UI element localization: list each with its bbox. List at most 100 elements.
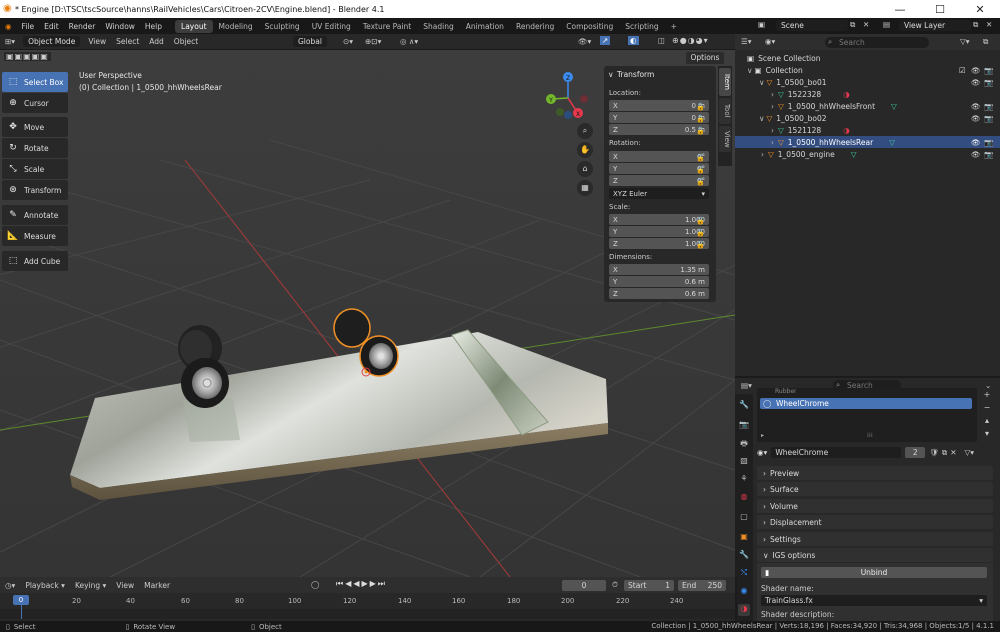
material-users-count[interactable]: 2 bbox=[905, 447, 926, 458]
proportional-edit-icon[interactable]: ◎ ∧▾ bbox=[400, 37, 418, 46]
outliner-search-input[interactable]: Search bbox=[825, 37, 929, 48]
output-props-icon[interactable]: 🖶 bbox=[738, 438, 750, 450]
menu-edit[interactable]: Edit bbox=[39, 22, 64, 31]
expand-icon[interactable]: › bbox=[761, 150, 764, 159]
location-x-field[interactable]: X0 m bbox=[609, 100, 709, 111]
options-button[interactable]: Options bbox=[686, 52, 724, 64]
tab-rendering[interactable]: Rendering bbox=[510, 20, 560, 33]
new-scene-icon[interactable]: ⧉ bbox=[850, 20, 855, 30]
tab-view[interactable]: View bbox=[719, 126, 731, 152]
tool-scale[interactable]: ⤡ Scale bbox=[2, 159, 68, 179]
outliner-row-wheels-front[interactable]: › ▽ 1_0500_hhWheelsFront ▽ 👁 📷 bbox=[735, 100, 1000, 112]
expand-icon[interactable]: › bbox=[771, 126, 774, 135]
shader-name-selector[interactable]: TrainGlass.fx ▾ bbox=[761, 595, 987, 606]
dimensions-y-field[interactable]: Y 0.6 m bbox=[609, 276, 709, 287]
expand-icon[interactable]: › bbox=[771, 102, 774, 111]
new-collection-icon[interactable]: ⧉ bbox=[983, 37, 988, 47]
close-icon[interactable]: ✕ bbox=[960, 0, 1000, 18]
particles-props-icon[interactable]: ⤭ bbox=[738, 568, 750, 580]
editor-type-icon[interactable]: ⊞▾ bbox=[0, 36, 20, 47]
menu-add[interactable]: Add bbox=[144, 36, 169, 47]
panel-surface[interactable]: › Surface bbox=[757, 482, 993, 496]
tab-shading[interactable]: Shading bbox=[417, 20, 459, 33]
rotation-lock-icons[interactable]: 🔓 🔓 🔓 bbox=[696, 152, 705, 188]
menu-timeline-view[interactable]: View bbox=[111, 580, 139, 591]
area-divider[interactable] bbox=[735, 577, 737, 621]
orientation-selector[interactable]: Global bbox=[293, 36, 327, 47]
playhead-line[interactable] bbox=[21, 605, 22, 619]
list-resize-handle[interactable]: ⁞⁞⁞ bbox=[867, 432, 873, 439]
camera-icon[interactable]: 📷 bbox=[984, 114, 993, 123]
tab-modeling[interactable]: Modeling bbox=[213, 20, 259, 33]
tool-annotate[interactable]: ✎ Annotate bbox=[2, 205, 68, 225]
panel-volume[interactable]: › Volume bbox=[757, 499, 993, 513]
select-mode-icons[interactable]: ▣▣▣▣▣ bbox=[4, 52, 51, 61]
menu-view[interactable]: View bbox=[83, 36, 111, 47]
camera-icon[interactable]: 📷 bbox=[984, 150, 993, 159]
record-icon[interactable]: ◯ bbox=[311, 580, 319, 589]
menu-object[interactable]: Object bbox=[169, 36, 203, 47]
scale-y-field[interactable]: Y 1.000 bbox=[609, 226, 709, 237]
start-frame-field[interactable]: Start 1 bbox=[624, 580, 674, 591]
transform-collapse-icon[interactable]: ∨ bbox=[608, 70, 614, 79]
render-props-icon[interactable]: 📷 bbox=[738, 420, 750, 432]
outliner-row-wheels-rear[interactable]: › ▽ 1_0500_hhWheelsRear ▽ 👁 📷 bbox=[735, 136, 1000, 148]
camera-view-icon[interactable]: ⌂ bbox=[577, 161, 593, 177]
material-link-icon[interactable]: ▽▾ bbox=[965, 448, 975, 457]
camera-icon[interactable]: 📷 bbox=[984, 102, 993, 111]
outliner-row-collection[interactable]: ∨ ▣ Collection ☑ 👁 📷 bbox=[735, 64, 1000, 76]
world-props-icon[interactable]: ◍ bbox=[738, 492, 750, 504]
stopwatch-icon[interactable]: ⏱ bbox=[612, 580, 618, 590]
modifier-props-icon[interactable]: 🔧 bbox=[738, 550, 750, 562]
material-slot-selected[interactable]: WheelChrome bbox=[760, 398, 972, 409]
tab-texture-paint[interactable]: Texture Paint bbox=[357, 20, 417, 33]
duplicate-icon[interactable]: ⧉ bbox=[942, 448, 947, 458]
tab-tool[interactable]: Tool bbox=[719, 98, 731, 124]
scale-lock-icons[interactable]: 🔓 🔓 🔓 bbox=[696, 215, 705, 251]
location-y-field[interactable]: Y0 m bbox=[609, 112, 709, 123]
pan-view-icon[interactable]: ✋ bbox=[577, 142, 593, 158]
view-layer-selector[interactable]: View Layer bbox=[899, 20, 971, 31]
panel-settings[interactable]: › Settings bbox=[757, 532, 993, 546]
scene-selector[interactable]: Scene bbox=[776, 20, 848, 31]
playback-controls[interactable]: ⏮◀◀▶▶⏭ bbox=[336, 579, 387, 589]
panel-igs-options[interactable]: ∨ IGS options bbox=[757, 548, 993, 562]
outliner-row-scene-collection[interactable]: ▣ Scene Collection bbox=[735, 52, 1000, 64]
menu-playback[interactable]: Playback ▾ bbox=[20, 580, 70, 591]
maximize-icon[interactable]: ☐ bbox=[920, 0, 960, 18]
tool-cursor[interactable]: ⊕ Cursor bbox=[2, 93, 68, 113]
rotation-x-field[interactable]: X 0° bbox=[609, 151, 709, 162]
new-view-layer-icon[interactable]: ⧉ bbox=[973, 20, 978, 30]
camera-icon[interactable]: 📷 bbox=[984, 138, 993, 147]
tab-layout[interactable]: Layout bbox=[175, 19, 213, 33]
tab-scripting[interactable]: Scripting bbox=[619, 20, 664, 33]
fake-user-icon[interactable]: 🛡 bbox=[929, 448, 939, 457]
overlay-toggle-icon[interactable]: ◐ bbox=[628, 36, 639, 45]
navigation-gizmo[interactable]: Z Y X bbox=[540, 68, 600, 128]
expand-icon[interactable]: ∨ bbox=[747, 66, 753, 75]
eye-icon[interactable]: 👁 bbox=[971, 138, 981, 147]
current-frame-field[interactable]: 0 bbox=[562, 580, 606, 591]
eye-icon[interactable]: 👁 bbox=[971, 66, 981, 75]
tool-rotate[interactable]: ↻ Rotate bbox=[2, 138, 68, 158]
eye-icon[interactable]: 👁 bbox=[971, 78, 981, 87]
outliner-row-bo02[interactable]: ∨ ▽ 1_0500_bo02 👁 📷 bbox=[735, 112, 1000, 124]
properties-editor-icon[interactable]: ▤▾ bbox=[741, 381, 752, 390]
outliner-row-engine[interactable]: › ▽ 1_0500_engine ▽ 👁 📷 bbox=[735, 148, 1000, 160]
display-mode-icon[interactable]: ◉▾ bbox=[765, 37, 775, 46]
unlink-icon[interactable]: ✕ bbox=[950, 448, 956, 457]
delete-scene-icon[interactable]: ✕ bbox=[863, 20, 869, 29]
collection-props-icon[interactable]: ▢ bbox=[738, 512, 750, 524]
delete-view-layer-icon[interactable]: ✕ bbox=[986, 20, 992, 29]
tab-item[interactable]: Item bbox=[719, 68, 731, 96]
filter-icon[interactable]: ▽▾ bbox=[960, 37, 970, 46]
material-name-field[interactable]: WheelChrome bbox=[771, 447, 902, 458]
tab-sculpting[interactable]: Sculpting bbox=[259, 20, 306, 33]
zoom-view-icon[interactable]: ⌕ bbox=[577, 123, 593, 139]
tool-add-cube[interactable]: ⬚ Add Cube bbox=[2, 251, 68, 271]
xray-icon[interactable]: ◫ bbox=[658, 36, 665, 45]
tab-animation[interactable]: Animation bbox=[460, 20, 510, 33]
menu-window[interactable]: Window bbox=[100, 22, 140, 31]
list-expand-icon[interactable]: ▸ bbox=[761, 432, 764, 439]
expand-icon[interactable]: › bbox=[771, 138, 774, 147]
